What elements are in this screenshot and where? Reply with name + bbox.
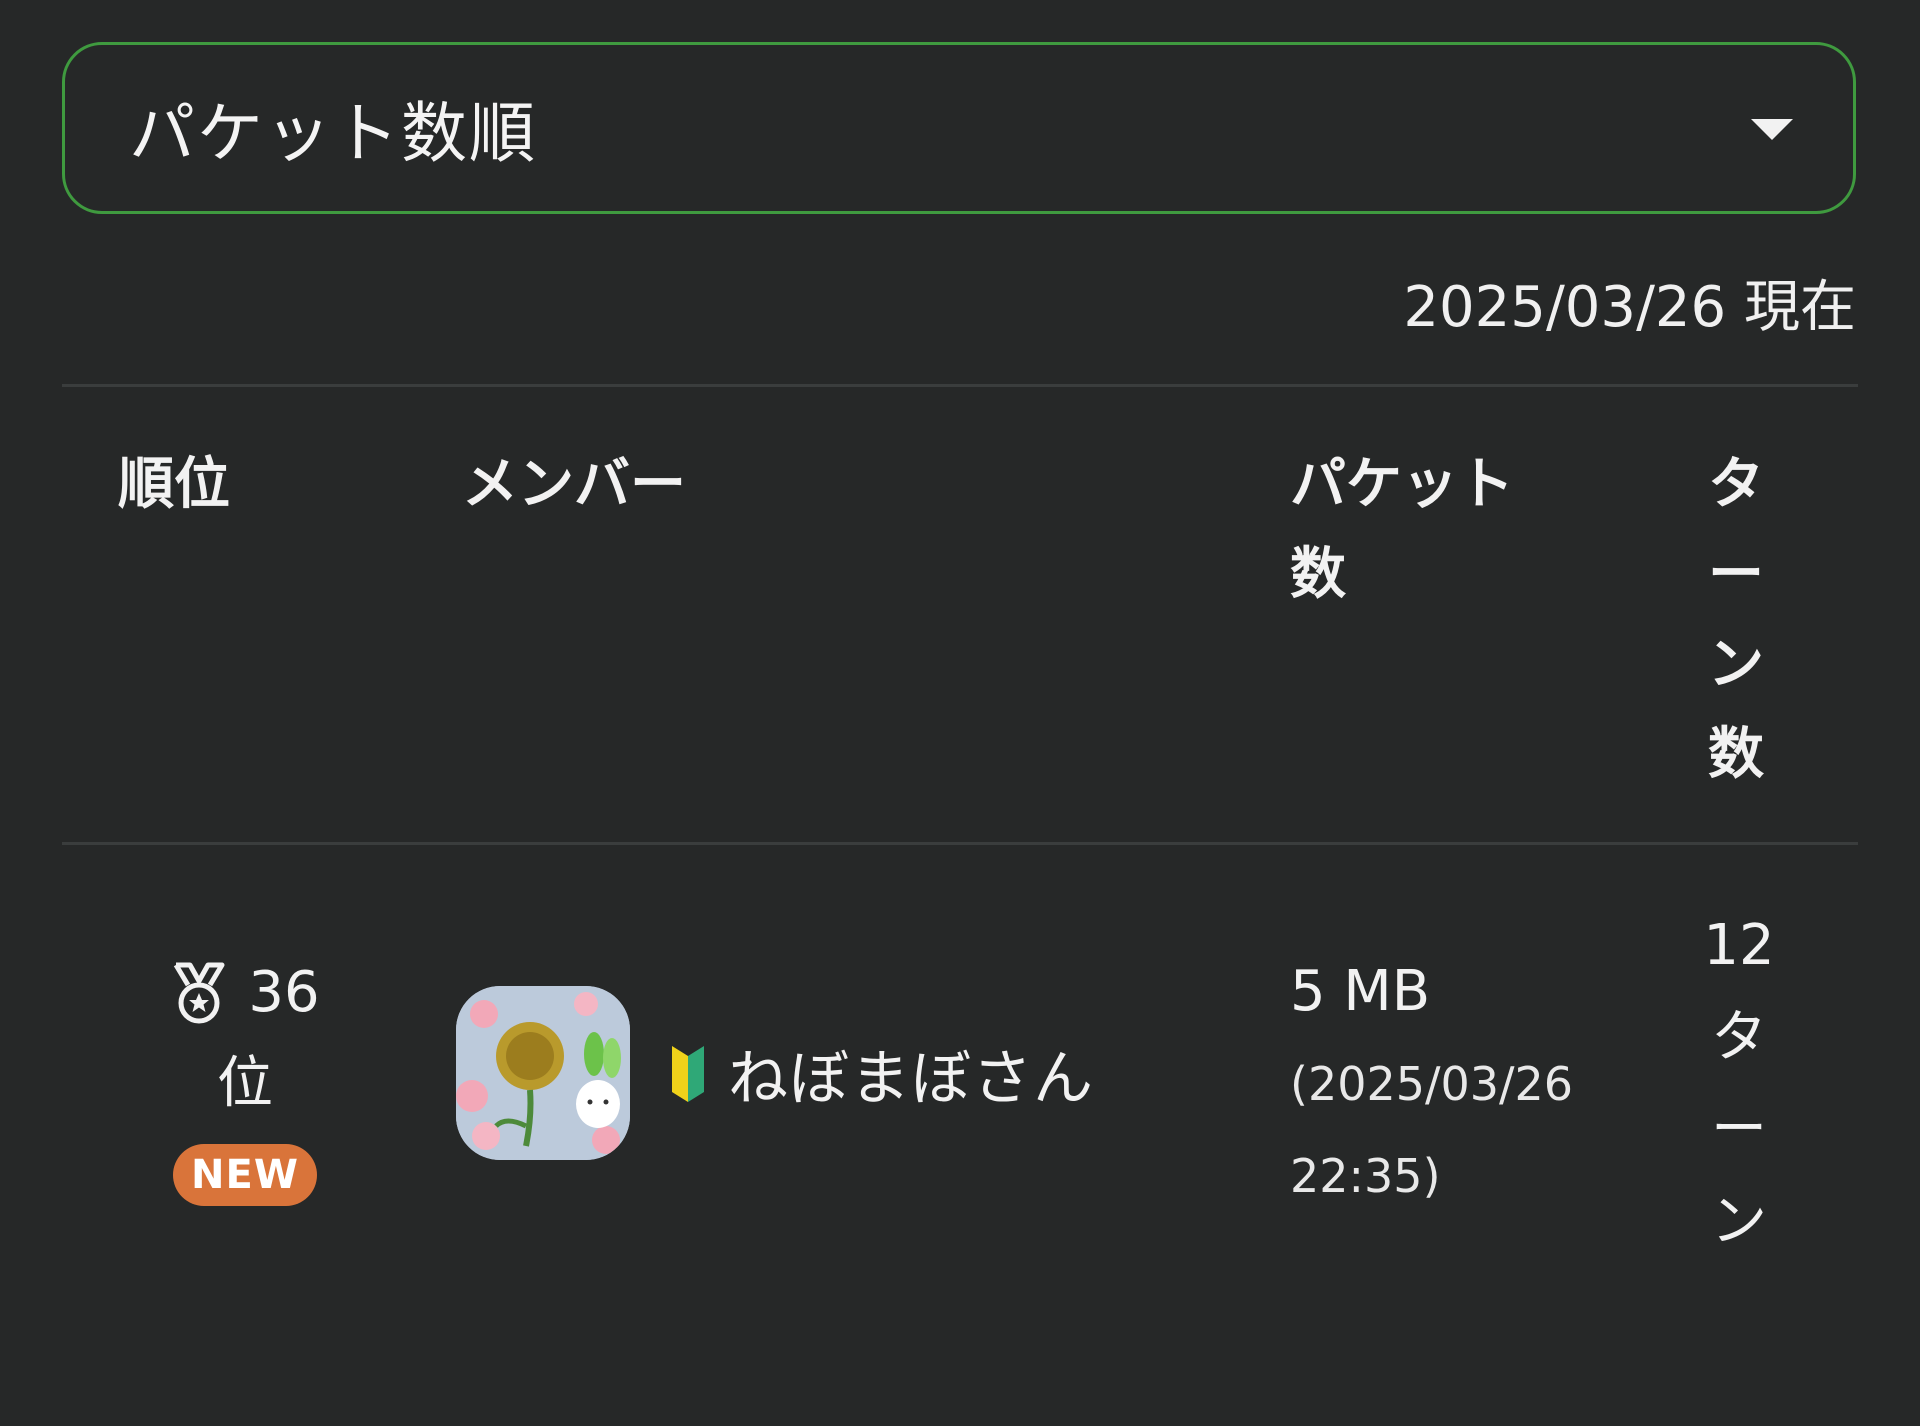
rank-cell: 36 位 NEW xyxy=(140,948,350,1206)
packets-cell: 5 MB (2025/03/26 22:35) xyxy=(1290,946,1620,1222)
header-turns: ターン数 xyxy=(1708,452,1764,787)
header-rank: 順位 xyxy=(118,452,230,517)
avatar[interactable] xyxy=(456,986,630,1160)
rank-suffix: 位 xyxy=(217,1051,273,1116)
packets-amount: 5 MB xyxy=(1290,959,1431,1024)
member-name[interactable]: ねぼまぼさん xyxy=(728,1030,1094,1117)
beginner-mark-icon xyxy=(672,1046,704,1102)
new-badge: NEW xyxy=(173,1144,317,1206)
sort-selected-value: パケット数順 xyxy=(129,95,537,172)
as-of-date: 2025/03/26 現在 xyxy=(1403,275,1856,340)
member-cell[interactable]: ねぼまぼさん xyxy=(456,986,1094,1160)
divider xyxy=(62,384,1858,387)
divider xyxy=(62,842,1858,845)
chevron-down-icon xyxy=(1751,119,1793,140)
avatar-image xyxy=(456,986,630,1160)
turns-count: 12ターン xyxy=(1703,913,1775,1254)
header-member: メンバー xyxy=(462,452,686,517)
packets-timestamp: (2025/03/26 22:35) xyxy=(1290,1057,1574,1203)
sort-select[interactable]: パケット数順 xyxy=(62,42,1856,214)
ranking-page: パケット数順 2025/03/26 現在 順位 メンバー パケット数 ターン数 … xyxy=(0,0,1920,1426)
medal-icon xyxy=(174,962,225,1024)
header-packets: パケット数 xyxy=(1290,452,1514,607)
rank-number: 36 xyxy=(248,960,320,1025)
